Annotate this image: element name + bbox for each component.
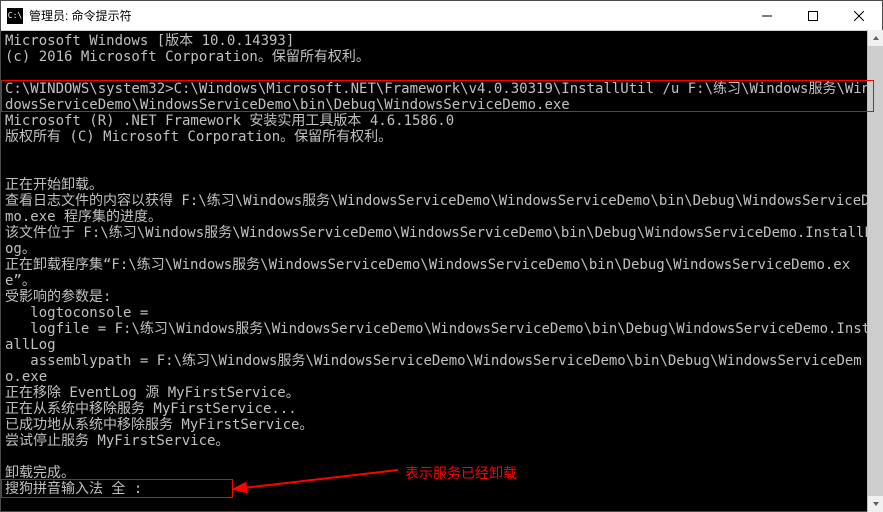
output-line: (c) 2016 Microsoft Corporation。保留所有权利。 <box>5 49 370 65</box>
cmd-window: C:\ 管理员: 命令提示符 Microsoft Windows [版本 10.… <box>0 0 883 512</box>
scroll-thumb[interactable] <box>868 46 883 496</box>
titlebar[interactable]: C:\ 管理员: 命令提示符 <box>1 1 882 31</box>
output-line: 已成功地从系统中移除服务 MyFirstService。 <box>5 417 313 433</box>
output-line: 查看日志文件的内容以获得 F:\练习\Windows服务\WindowsServ… <box>5 193 878 225</box>
output-line: 正在卸载程序集“F:\练习\Windows服务\WindowsServiceDe… <box>5 257 850 289</box>
terminal-output[interactable]: Microsoft Windows [版本 10.0.14393] (c) 20… <box>1 31 882 511</box>
prompt: C:\WINDOWS\system32> <box>5 81 174 97</box>
output-line: assemblypath = F:\练习\Windows服务\WindowsSe… <box>5 353 862 385</box>
output-line: 该文件位于 F:\练习\Windows服务\WindowsServiceDemo… <box>5 225 873 257</box>
cmd-icon: C:\ <box>7 8 23 24</box>
output-line: 正在移除 EventLog 源 MyFirstService。 <box>5 385 300 401</box>
close-button[interactable] <box>836 1 882 31</box>
scroll-up-button[interactable] <box>868 30 883 46</box>
output-line: logfile = F:\练习\Windows服务\WindowsService… <box>5 321 870 353</box>
output-line: 尝试停止服务 MyFirstService。 <box>5 433 229 449</box>
output-line: Microsoft Windows [版本 10.0.14393] <box>5 33 294 49</box>
minimize-button[interactable] <box>744 1 790 31</box>
output-line: 卸载完成。 <box>5 465 75 481</box>
maximize-button[interactable] <box>790 1 836 31</box>
window-title: 管理员: 命令提示符 <box>29 7 744 24</box>
output-line: 正在从系统中移除服务 MyFirstService... <box>5 401 297 417</box>
ime-status: 搜狗拼音输入法 全 : <box>5 481 142 497</box>
output-line: Microsoft (R) .NET Framework 安装实用工具版本 4.… <box>5 113 454 129</box>
output-line: 受影响的参数是: <box>5 289 111 305</box>
output-line: 版权所有 (C) Microsoft Corporation。保留所有权利。 <box>5 129 392 145</box>
output-line: 正在开始卸载。 <box>5 177 103 193</box>
scroll-down-button[interactable] <box>868 496 883 512</box>
vertical-scrollbar[interactable] <box>867 30 883 512</box>
output-line: logtoconsole = <box>5 305 157 321</box>
